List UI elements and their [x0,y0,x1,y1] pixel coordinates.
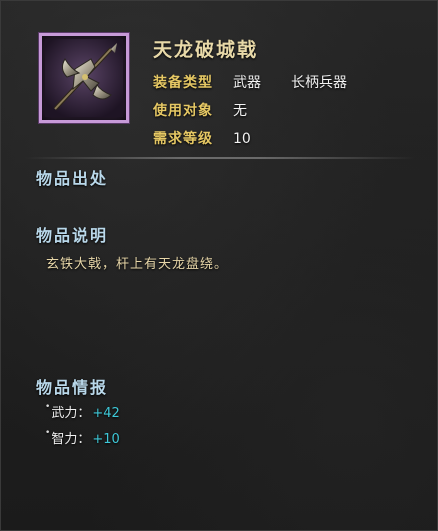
item-name: 天龙破城戟 [153,39,259,61]
header-divider [25,157,415,159]
attr-equip-type: 装备类型 武器 长柄兵器 [153,72,347,92]
stat-bullet: • [45,402,51,412]
use-target-label: 使用对象 [153,103,213,119]
equip-type-label: 装备类型 [153,75,213,91]
attr-required-level: 需求等级 10 [153,128,251,148]
halberd-icon [45,39,123,117]
stat-row-strength: •武力： +42 [45,402,120,421]
item-icon-frame [39,33,129,123]
item-tooltip-panel: 天龙破城戟 装备类型 武器 长柄兵器 使用对象无 需求等级 10 物品出处 物品说明 … [0,0,438,531]
attr-use-target: 使用对象 无 [153,100,247,120]
stat-label: 武力： [51,406,91,421]
item-description: 玄铁大戟，杆上有天龙盘绕。 [46,257,229,272]
stat-bullet: • [45,428,51,438]
stat-value: +10 [92,432,120,447]
use-target-value: 无 [233,103,247,119]
stat-value: +42 [92,406,120,421]
section-title-info: 物品情报 [36,378,109,397]
stat-label: 智力： [51,432,91,447]
equip-subtype-value: 长柄兵器 [291,75,347,91]
stat-row-intelligence: •智力： +10 [45,428,120,447]
equip-type-value: 武器 [233,75,261,91]
required-level-value: 10 [233,131,251,147]
section-title-source: 物品出处 [36,169,109,188]
required-level-label: 需求等级 [153,131,213,147]
section-title-description: 物品说明 [36,226,109,245]
